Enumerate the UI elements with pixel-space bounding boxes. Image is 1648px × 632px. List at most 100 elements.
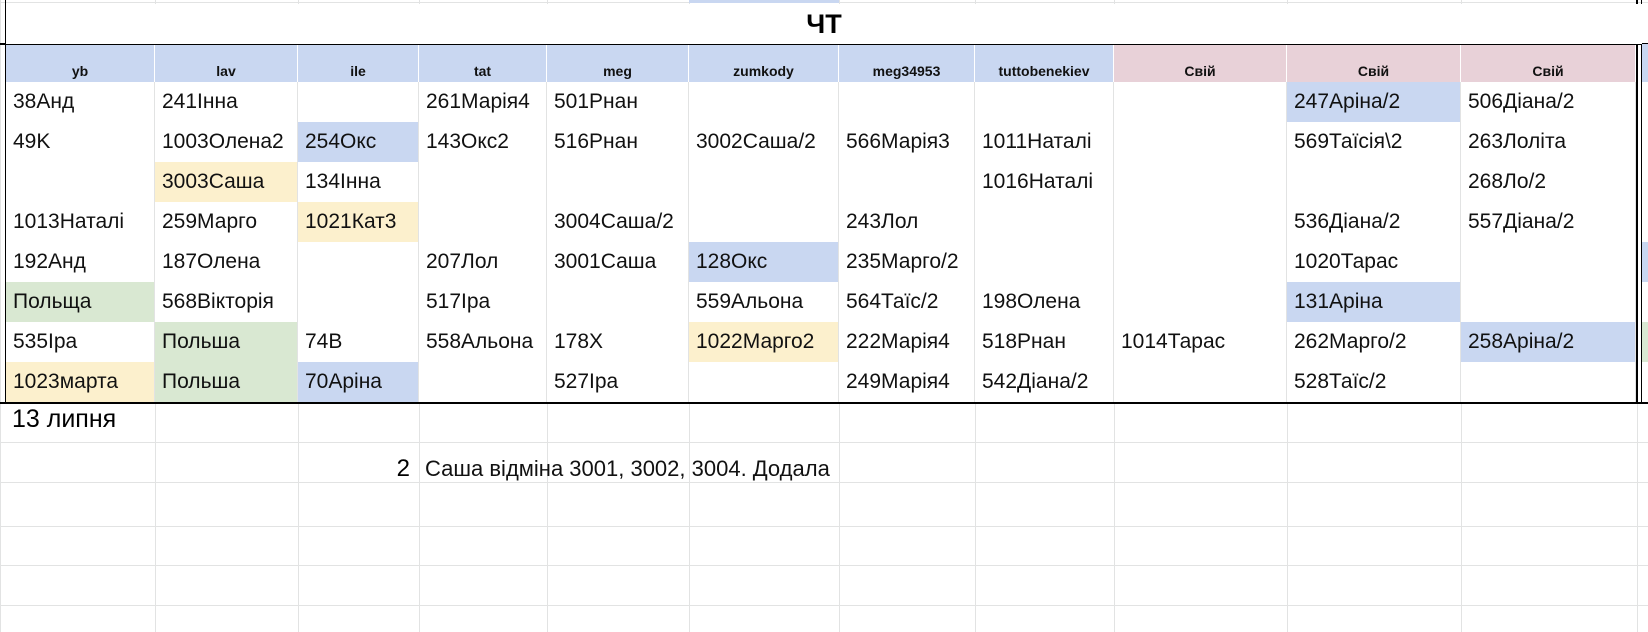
table-cell-r3-c8[interactable]: 1016Наталі (975, 162, 1114, 202)
column-header-11[interactable]: Свій (1461, 44, 1636, 82)
column-header-4[interactable]: tat (419, 44, 547, 82)
table-cell-r2-c6[interactable]: 3002Саша/2 (689, 122, 839, 162)
column-header-7[interactable]: meg34953 (839, 44, 975, 82)
table-cell-r3-c1[interactable] (6, 162, 155, 202)
table-cell-r6-c8[interactable]: 198Олена (975, 282, 1114, 322)
table-cell-r8-c9[interactable] (1114, 362, 1287, 402)
table-cell-r5-c8[interactable] (975, 242, 1114, 282)
table-cell-r5-c5[interactable]: 3001Саша (547, 242, 689, 282)
table-cell-r6-c5[interactable] (547, 282, 689, 322)
note-text-cell[interactable]: Саша відміна 3001, 3002, 3004. Додала (425, 456, 830, 482)
table-cell-r4-c3[interactable]: 1021Кат3 (298, 202, 419, 242)
date-cell[interactable]: 13 липня (12, 405, 116, 434)
column-header-8[interactable]: tuttobenekiev (975, 44, 1114, 82)
table-cell-r7-c6[interactable]: 1022Марго2 (689, 322, 839, 362)
table-cell-r1-c2[interactable]: 241Інна (155, 82, 298, 122)
table-cell-r4-c5[interactable]: 3004Саша/2 (547, 202, 689, 242)
table-cell-r8-c10[interactable]: 528Таїс/2 (1287, 362, 1461, 402)
table-cell-r5-c2[interactable]: 187Олена (155, 242, 298, 282)
table-cell-r6-c1[interactable]: Польща (6, 282, 155, 322)
table-cell-r5-c11[interactable] (1461, 242, 1636, 282)
table-cell-r5-c6[interactable]: 128Окс (689, 242, 839, 282)
table-cell-r2-c2[interactable]: 1003Олена2 (155, 122, 298, 162)
table-cell-r6-c2[interactable]: 568Вікторія (155, 282, 298, 322)
table-cell-r8-c11[interactable] (1461, 362, 1636, 402)
table-cell-r4-c6[interactable] (689, 202, 839, 242)
table-cell-r3-c5[interactable] (547, 162, 689, 202)
table-cell-r7-c8[interactable]: 518Рнан (975, 322, 1114, 362)
table-cell-r2-c3[interactable]: 254Окс (298, 122, 419, 162)
table-cell-r8-c3[interactable]: 70Аріна (298, 362, 419, 402)
table-cell-r4-c9[interactable] (1114, 202, 1287, 242)
table-cell-r6-c4[interactable]: 517Іра (419, 282, 547, 322)
column-header-1[interactable]: yb (6, 44, 155, 82)
table-cell-r3-c4[interactable] (419, 162, 547, 202)
table-cell-r8-c8[interactable]: 542Діана/2 (975, 362, 1114, 402)
table-cell-r7-c4[interactable]: 558Альона (419, 322, 547, 362)
table-cell-r6-c3[interactable] (298, 282, 419, 322)
table-cell-r4-c4[interactable] (419, 202, 547, 242)
table-cell-r4-c11[interactable]: 557Діана/2 (1461, 202, 1636, 242)
table-cell-r8-c2[interactable]: Польша (155, 362, 298, 402)
table-cell-r2-c7[interactable]: 566Марія3 (839, 122, 975, 162)
table-cell-r5-c7[interactable]: 235Марго/2 (839, 242, 975, 282)
table-cell-r3-c11[interactable]: 268Ло/2 (1461, 162, 1636, 202)
table-cell-r4-c8[interactable] (975, 202, 1114, 242)
table-cell-r7-c9[interactable]: 1014Тарас (1114, 322, 1287, 362)
table-cell-r3-c9[interactable] (1114, 162, 1287, 202)
column-header-3[interactable]: ile (298, 44, 419, 82)
table-cell-r1-c1[interactable]: 38Анд (6, 82, 155, 122)
table-cell-r2-c5[interactable]: 516Рнан (547, 122, 689, 162)
table-cell-r8-c1[interactable]: 1023марта (6, 362, 155, 402)
table-cell-r3-c2[interactable]: 3003Саша (155, 162, 298, 202)
table-cell-r1-c5[interactable]: 501Рнан (547, 82, 689, 122)
table-cell-r6-c11[interactable] (1461, 282, 1636, 322)
table-cell-r3-c3[interactable]: 134Інна (298, 162, 419, 202)
table-cell-r6-c9[interactable] (1114, 282, 1287, 322)
table-cell-r8-c7[interactable]: 249Марія4 (839, 362, 975, 402)
table-cell-r8-c5[interactable]: 527Іра (547, 362, 689, 402)
table-cell-r4-c2[interactable]: 259Марго (155, 202, 298, 242)
table-cell-r1-c11[interactable]: 506Діана/2 (1461, 82, 1636, 122)
table-cell-r4-c7[interactable]: 243Лол (839, 202, 975, 242)
spreadsheet-grid[interactable]: yb lav ile tat meg zumkody meg34953 tuttobeneki… (0, 0, 1648, 632)
table-cell-r7-c1[interactable]: 535Іра (6, 322, 155, 362)
table-cell-r5-c1[interactable]: 192Анд (6, 242, 155, 282)
table-cell-r5-c4[interactable]: 207Лол (419, 242, 547, 282)
table-cell-r6-c6[interactable]: 559Альона (689, 282, 839, 322)
table-cell-r3-c6[interactable] (689, 162, 839, 202)
table-cell-r7-c3[interactable]: 74B (298, 322, 419, 362)
table-cell-r7-c11[interactable]: 258Аріна/2 (1461, 322, 1636, 362)
table-cell-r2-c9[interactable] (1114, 122, 1287, 162)
table-cell-r6-c7[interactable]: 564Таїс/2 (839, 282, 975, 322)
table-cell-r1-c9[interactable] (1114, 82, 1287, 122)
table-cell-r1-c8[interactable] (975, 82, 1114, 122)
table-cell-r1-c4[interactable]: 261Марія4 (419, 82, 547, 122)
day-title-cell[interactable]: ЧТ (6, 4, 1642, 44)
table-cell-r7-c10[interactable]: 262Марго/2 (1287, 322, 1461, 362)
table-cell-r1-c3[interactable] (298, 82, 419, 122)
table-cell-r2-c8[interactable]: 1011Наталі (975, 122, 1114, 162)
table-cell-r6-c10[interactable]: 131Аріна (1287, 282, 1461, 322)
column-header-6[interactable]: zumkody (689, 44, 839, 82)
note-number-cell[interactable]: 2 (346, 455, 410, 483)
table-cell-r2-c11[interactable]: 263Лоліта (1461, 122, 1636, 162)
column-header-2[interactable]: lav (155, 44, 298, 82)
table-cell-r5-c9[interactable] (1114, 242, 1287, 282)
table-cell-r3-c7[interactable] (839, 162, 975, 202)
table-cell-r4-c1[interactable]: 1013Наталі (6, 202, 155, 242)
table-cell-r2-c10[interactable]: 569Таїсія\2 (1287, 122, 1461, 162)
table-cell-r2-c4[interactable]: 143Окс2 (419, 122, 547, 162)
table-cell-r7-c5[interactable]: 178X (547, 322, 689, 362)
table-cell-r1-c10[interactable]: 247Аріна/2 (1287, 82, 1461, 122)
table-cell-r4-c10[interactable]: 536Діана/2 (1287, 202, 1461, 242)
table-cell-r5-c3[interactable] (298, 242, 419, 282)
table-cell-r7-c2[interactable]: Польша (155, 322, 298, 362)
table-cell-r3-c10[interactable] (1287, 162, 1461, 202)
column-header-5[interactable]: meg (547, 44, 689, 82)
table-cell-r7-c7[interactable]: 222Марія4 (839, 322, 975, 362)
table-cell-r2-c1[interactable]: 49K (6, 122, 155, 162)
table-cell-r1-c6[interactable] (689, 82, 839, 122)
table-cell-r8-c6[interactable] (689, 362, 839, 402)
column-header-10[interactable]: Свій (1287, 44, 1461, 82)
